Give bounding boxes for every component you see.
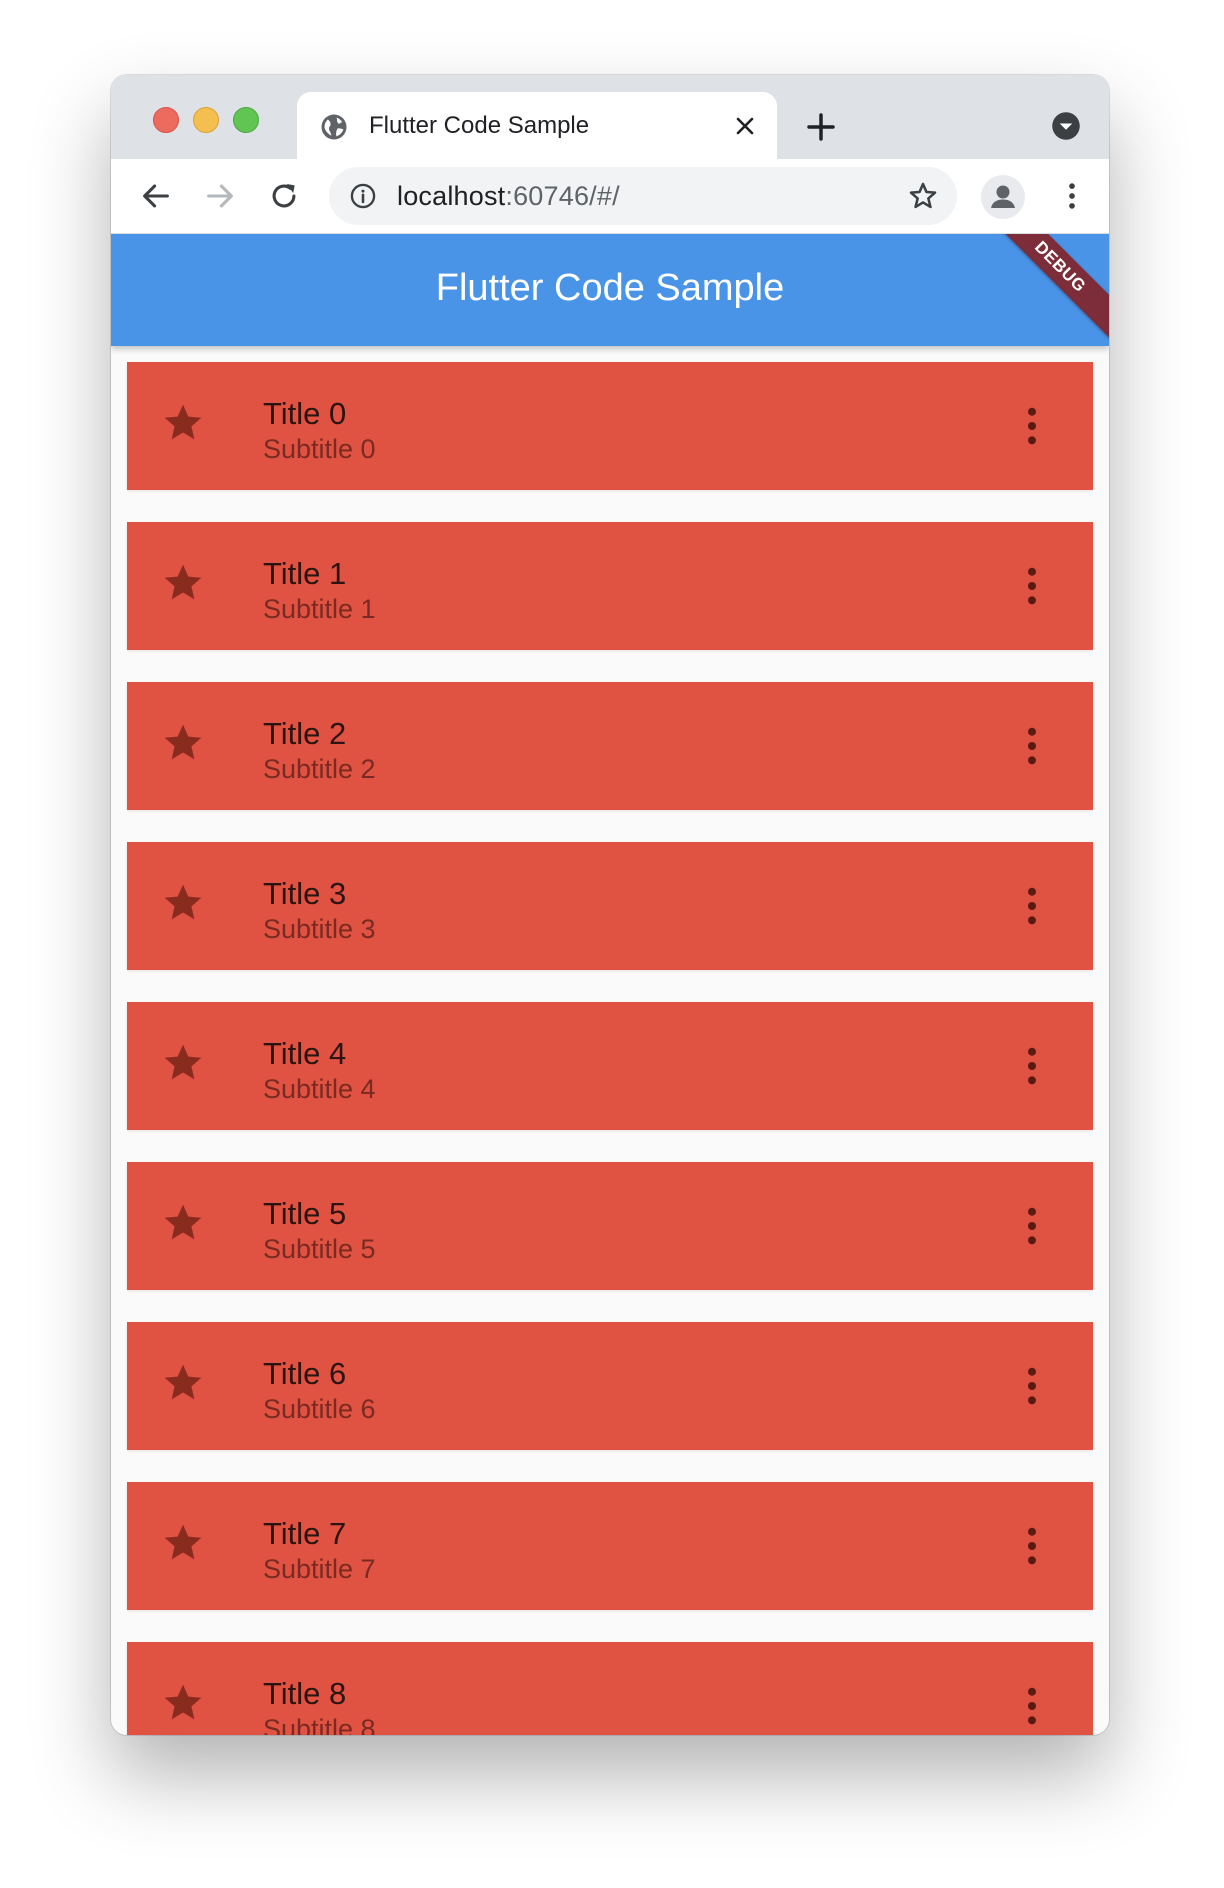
forward-arrow-icon[interactable] — [203, 179, 237, 213]
star-icon — [164, 1364, 202, 1400]
more-vert-icon[interactable] — [1023, 1526, 1041, 1566]
item-subtitle: Subtitle 5 — [263, 1234, 376, 1264]
star-icon — [164, 884, 202, 920]
list-item[interactable]: Title 6 Subtitle 6 — [127, 1322, 1093, 1450]
browser-toolbar: localhost:60746/#/ — [111, 159, 1109, 234]
info-icon[interactable] — [349, 182, 377, 210]
browser-tab[interactable]: Flutter Code Sample — [297, 92, 777, 159]
profile-avatar[interactable] — [981, 175, 1025, 219]
list-item[interactable]: Title 2 Subtitle 2 — [127, 682, 1093, 810]
item-list: Title 0 Subtitle 0 Title 1 Subtitle 1 Ti… — [127, 362, 1093, 1735]
item-title: Title 4 — [263, 1036, 347, 1071]
list-item[interactable]: Title 3 Subtitle 3 — [127, 842, 1093, 970]
item-subtitle: Subtitle 7 — [263, 1554, 376, 1584]
url-path: :60746/#/ — [505, 181, 620, 211]
item-title: Title 5 — [263, 1196, 347, 1231]
more-vert-icon[interactable] — [1023, 566, 1041, 606]
item-subtitle: Subtitle 3 — [263, 914, 376, 944]
app-bar-title: Flutter Code Sample — [435, 267, 785, 309]
tab-strip: Flutter Code Sample — [111, 75, 1109, 159]
more-vert-icon[interactable] — [1023, 1046, 1041, 1086]
star-icon — [164, 564, 202, 600]
page-viewport: Flutter Code Sample DEBUG Title 0 Subtit… — [111, 234, 1109, 1735]
list-item[interactable]: Title 1 Subtitle 1 — [127, 522, 1093, 650]
star-icon — [164, 1204, 202, 1240]
item-title: Title 0 — [263, 396, 347, 431]
item-title: Title 7 — [263, 1516, 347, 1551]
maximize-window-button[interactable] — [233, 107, 259, 133]
more-vert-icon[interactable] — [1023, 406, 1041, 446]
list-item[interactable]: Title 5 Subtitle 5 — [127, 1162, 1093, 1290]
item-title: Title 8 — [263, 1676, 347, 1711]
item-title: Title 3 — [263, 876, 347, 911]
tab-search-icon[interactable] — [1051, 111, 1081, 141]
bookmark-star-icon[interactable] — [907, 180, 939, 212]
item-subtitle: Subtitle 0 — [263, 434, 376, 464]
close-icon[interactable] — [733, 114, 757, 138]
item-subtitle: Subtitle 8 — [263, 1714, 376, 1735]
star-icon — [164, 1044, 202, 1080]
more-vert-icon[interactable] — [1023, 1366, 1041, 1406]
minimize-window-button[interactable] — [193, 107, 219, 133]
browser-window: Flutter Code Sample localhost:60746/#/ F… — [111, 75, 1109, 1735]
plus-icon[interactable] — [805, 111, 837, 143]
tab-title: Flutter Code Sample — [369, 112, 590, 139]
more-vert-icon[interactable] — [1055, 179, 1089, 213]
close-window-button[interactable] — [153, 107, 179, 133]
item-title: Title 2 — [263, 716, 347, 751]
item-subtitle: Subtitle 1 — [263, 594, 376, 624]
item-subtitle: Subtitle 6 — [263, 1394, 376, 1424]
item-subtitle: Subtitle 2 — [263, 754, 376, 784]
list-item[interactable]: Title 4 Subtitle 4 — [127, 1002, 1093, 1130]
star-icon — [164, 404, 202, 440]
list-item[interactable]: Title 0 Subtitle 0 — [127, 362, 1093, 490]
app-bar: Flutter Code Sample — [111, 234, 1109, 346]
list-item[interactable]: Title 7 Subtitle 7 — [127, 1482, 1093, 1610]
url-host: localhost — [397, 181, 506, 211]
item-subtitle: Subtitle 4 — [263, 1074, 376, 1104]
more-vert-icon[interactable] — [1023, 886, 1041, 926]
url-text[interactable]: localhost:60746/#/ — [397, 181, 620, 212]
reload-icon[interactable] — [267, 179, 301, 213]
star-icon — [164, 724, 202, 760]
more-vert-icon[interactable] — [1023, 726, 1041, 766]
address-bar[interactable]: localhost:60746/#/ — [329, 167, 957, 225]
list-item[interactable]: Title 8 Subtitle 8 — [127, 1642, 1093, 1735]
more-vert-icon[interactable] — [1023, 1686, 1041, 1726]
more-vert-icon[interactable] — [1023, 1206, 1041, 1246]
back-arrow-icon[interactable] — [139, 179, 173, 213]
star-icon — [164, 1524, 202, 1560]
star-icon — [164, 1684, 202, 1720]
item-title: Title 6 — [263, 1356, 347, 1391]
item-title: Title 1 — [263, 556, 347, 591]
person-icon — [991, 185, 1015, 208]
globe-icon — [321, 114, 347, 140]
